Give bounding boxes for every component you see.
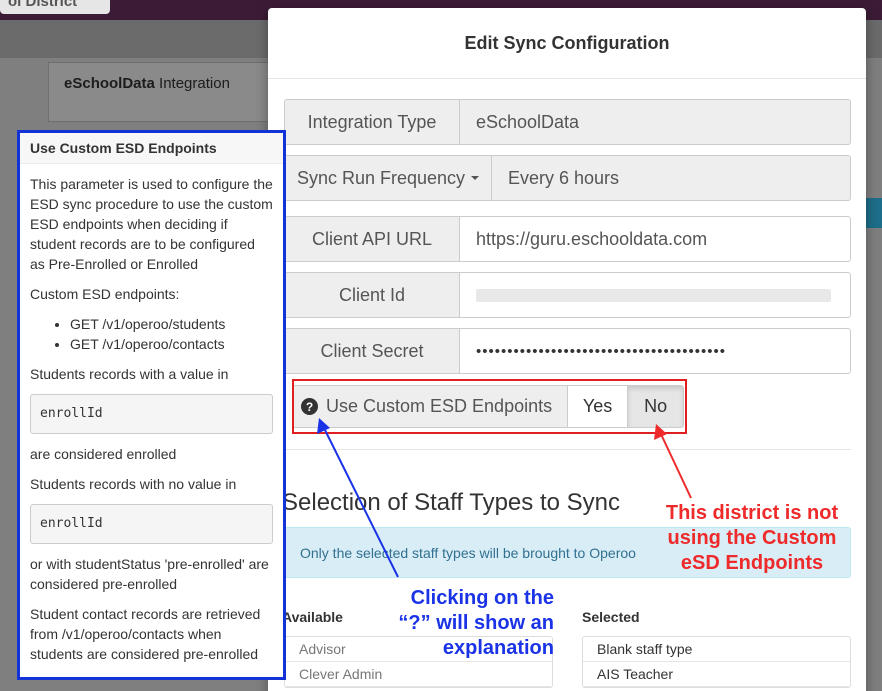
integration-title-suffix: Integration xyxy=(154,75,230,92)
client-id-label: Client Id xyxy=(284,272,459,318)
endpoints-heading: Custom ESD endpoints: xyxy=(30,286,180,302)
background-edge-button[interactable] xyxy=(866,198,882,228)
integration-type-field: eSchoolData xyxy=(459,99,851,145)
popover-title: Use Custom ESD Endpoints xyxy=(20,133,283,164)
client-api-url-row: Client API URL https://guru.eschooldata.… xyxy=(284,216,851,262)
caret-down-icon xyxy=(471,176,480,180)
help-popover: Use Custom ESD Endpoints This parameter … xyxy=(17,130,286,680)
client-secret-row: Client Secret ••••••••••••••••••••••••••… xyxy=(284,328,851,374)
list-item[interactable]: AIS Teacher xyxy=(583,662,850,687)
code-block: enrollId xyxy=(30,504,273,544)
district-tab[interactable]: ol District xyxy=(0,0,110,14)
client-secret-input[interactable]: •••••••••••••••••••••••••••••••••••••••• xyxy=(459,328,851,374)
client-secret-label: Client Secret xyxy=(284,328,459,374)
red-annotation-text: This district is not using the Custom eS… xyxy=(665,502,839,574)
modal-title: Edit Sync Configuration xyxy=(464,33,670,53)
client-id-input[interactable] xyxy=(459,272,851,318)
status-text: or with studentStatus 'pre-enrolled' are… xyxy=(30,556,269,592)
client-id-row: Client Id xyxy=(284,272,851,318)
redacted-value xyxy=(476,288,831,302)
endpoint-item: GET /v1/operoo/contacts xyxy=(70,334,273,354)
client-api-url-input[interactable]: https://guru.eschooldata.com xyxy=(459,216,851,262)
list-item[interactable]: Blank staff type xyxy=(583,637,850,662)
available-header: Available xyxy=(282,609,343,625)
contacts-text: Student contact records are retrieved fr… xyxy=(30,606,261,662)
integration-type-row: Integration Type eSchoolData xyxy=(284,99,851,145)
list-item[interactable]: Clever Admin xyxy=(285,662,552,687)
modal-header: Edit Sync Configuration xyxy=(268,8,866,79)
endpoint-item: GET /v1/operoo/students xyxy=(70,314,273,334)
popover-description: This parameter is used to configure the … xyxy=(30,176,273,272)
edit-sync-modal: Edit Sync Configuration Integration Type… xyxy=(268,8,866,691)
endpoints-list: GET /v1/operoo/students GET /v1/operoo/c… xyxy=(30,314,273,354)
integration-brand: eSchoolData xyxy=(64,75,155,92)
client-secret-value: •••••••••••••••••••••••••••••••••••••••• xyxy=(476,342,727,360)
sync-frequency-label: Sync Run Frequency xyxy=(296,167,466,188)
integration-panel: eSchoolData Integration xyxy=(48,62,288,122)
integration-panel-title: eSchoolData Integration xyxy=(64,75,230,92)
selected-list: Blank staff type AIS Teacher xyxy=(582,636,851,688)
with-value-text: Students records with a value in xyxy=(30,366,229,382)
sync-frequency-dropdown[interactable]: Sync Run Frequency xyxy=(284,155,491,201)
integration-type-label: Integration Type xyxy=(284,99,459,145)
client-api-url-label: Client API URL xyxy=(284,216,459,262)
code-block: enrollId xyxy=(30,394,273,434)
blue-annotation-text: Clicking on the “?” will show an explana… xyxy=(398,587,554,659)
divider xyxy=(284,449,851,450)
popover-body: This parameter is used to configure the … xyxy=(20,164,283,664)
considered-enrolled-text: are considered enrolled xyxy=(30,446,177,462)
sync-frequency-field: Every 6 hours xyxy=(491,155,851,201)
sync-frequency-row: Sync Run Frequency Every 6 hours xyxy=(284,155,851,201)
no-value-text: Students records with no value in xyxy=(30,476,237,492)
selected-header: Selected xyxy=(582,609,640,625)
staff-section-title: Selection of Staff Types to Sync xyxy=(282,489,620,516)
red-highlight-box xyxy=(292,379,687,434)
